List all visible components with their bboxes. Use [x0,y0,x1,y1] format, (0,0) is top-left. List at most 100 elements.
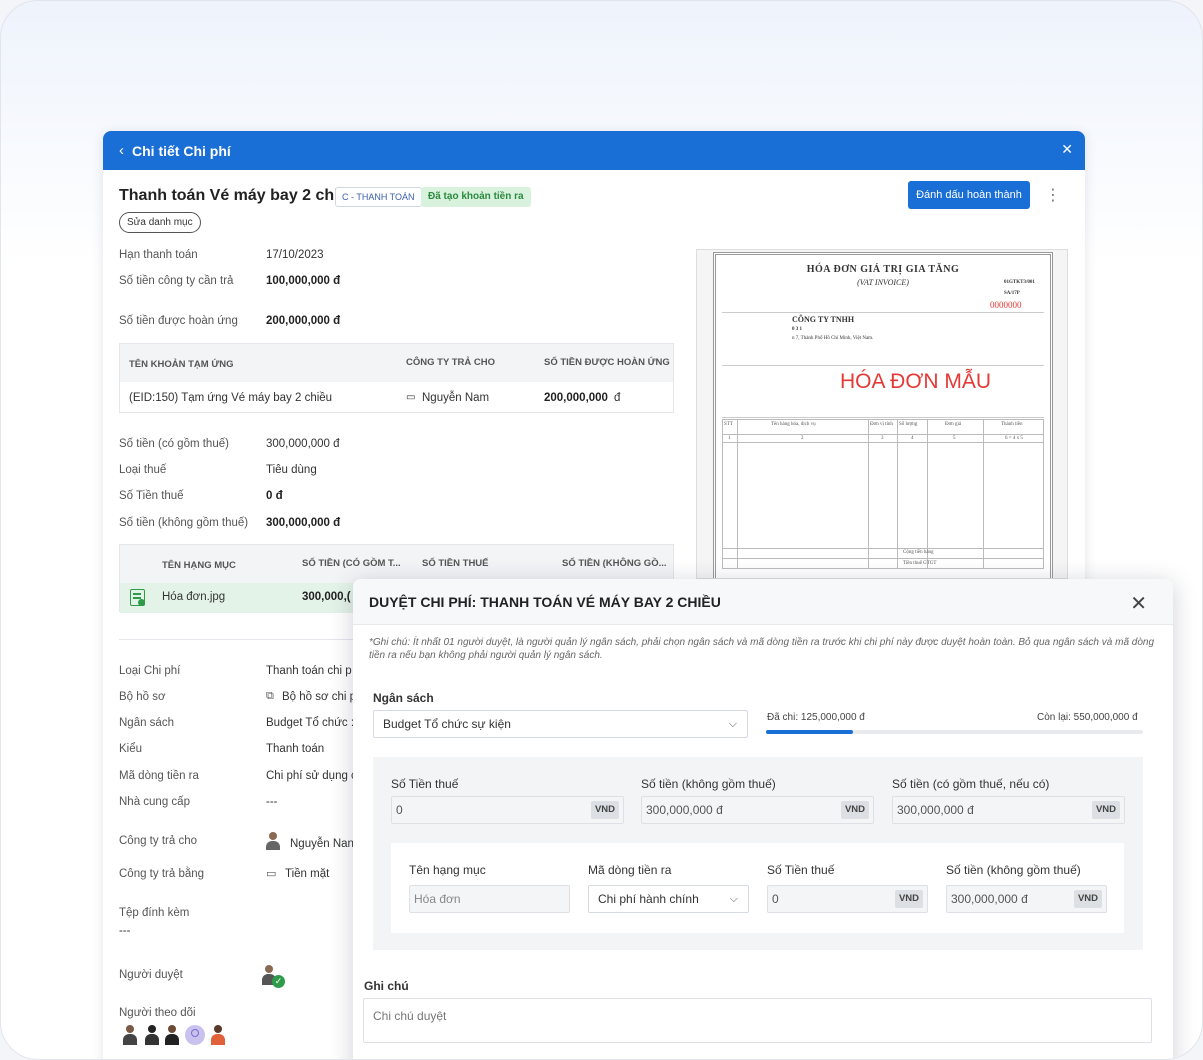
budget-field-label: Ngân sách [373,691,434,705]
invoice-tax-code: 0 3 1 [792,327,802,332]
type-value: Thanh toán [266,743,325,755]
invoice-col: Tên hàng hóa, dịch vụ [771,422,816,427]
vendor-value: --- [266,796,278,808]
item-amount: 300,000,( [302,591,351,603]
currency-unit: VND [1073,890,1102,908]
expense-kind-value: Thanh toán chi p [266,665,352,677]
follower-avatar[interactable] [163,1025,182,1047]
file-set-value[interactable]: Bộ hồ sơ chi p [282,691,356,703]
column-header: TÊN HẠNG MỤC [162,560,236,571]
followers-avatars[interactable] [121,1025,231,1049]
panel-title: Chi tiết Chi phí [132,142,231,159]
close-icon[interactable]: ✕ [1061,141,1073,158]
type-label: Kiểu [119,743,143,755]
invoice-document: HÓA ĐƠN GIÁ TRỊ GIA TĂNG (VAT INVOICE) 0… [713,252,1053,578]
invoice-number: 0000000 [990,300,1022,310]
column-header: SỐ TIỀN THUẾ [422,558,489,569]
invoice-col-num: 3 [881,436,884,441]
cashflow-code-value: Chi phí sử dụng c [266,770,357,782]
invoice-form-no: 01GTKT3/001 [1004,280,1035,285]
advance-table-header: TÊN KHOẢN TẠM ỨNG CÔNG TY TRẢ CHO SỐ TIỀ… [120,344,673,382]
budget-select[interactable]: Budget Tổ chức sự kiện ⌵ [373,710,748,738]
section-divider [119,639,379,640]
attachment-label: Tệp đính kèm [119,907,190,919]
company-pay-value: 100,000,000 đ [266,275,341,287]
invoice-col-num: 6 = 4 x 5 [1005,436,1023,441]
item-tax-input[interactable]: 0 VND [767,885,928,913]
currency-unit: VND [894,890,923,908]
expense-kind-label: Loại Chi phí [119,665,181,677]
invoice-address: n 7, Thành Phố Hồ Chí Minh, Việt Nam. [792,336,874,341]
back-chevron-icon[interactable]: ‹ [119,142,124,159]
edit-category-button[interactable]: Sửa danh mục [119,212,201,233]
mark-done-button[interactable]: Đánh dấu hoàn thành [908,181,1030,209]
advance-table: TÊN KHOẢN TẠM ỨNG CÔNG TY TRẢ CHO SỐ TIỀ… [119,343,674,413]
tax-amount-label: Số Tiền thuế [119,490,184,502]
budget-spent: Đã chi: 125,000,000 đ [767,712,865,723]
file-set-label: Bộ hồ sơ [119,691,166,703]
follower-avatar[interactable] [121,1025,140,1047]
invoice-col: Đơn giá [945,422,962,427]
approver-avatar[interactable]: ✓ [261,965,285,989]
item-name-input[interactable]: Hóa đơn [409,885,570,913]
follower-avatar[interactable] [143,1025,162,1047]
invoice-col-num: 2 [801,436,804,441]
vendor-label: Nhà cung cấp [119,796,190,808]
item-tax-value: 0 [772,892,779,906]
amount-excl-input[interactable]: 300,000,000 đ VND [641,796,874,824]
check-icon: ✓ [272,975,285,988]
more-options-icon[interactable]: ⋮ [1045,185,1061,205]
advance-name: (EID:150) Tạm ứng Vé máy bay 2 chiều [129,392,333,404]
item-excl-input[interactable]: 300,000,000 đ VND [946,885,1107,913]
cash-icon: ▭ [266,868,277,880]
follower-avatar[interactable] [185,1025,206,1047]
invoice-total: Cộng tiền hàng [903,550,934,555]
excl-field-label: Số tiền (không gồm thuế) [641,777,776,791]
invoice-rule [722,365,1044,366]
advance-payee: Nguyễn Nam [422,392,490,404]
budget-select-value: Budget Tổ chức sự kiện [383,717,511,731]
note-field-label: Ghi chú [364,979,409,993]
company-pay-label: Số tiền công ty cần trả [119,275,234,287]
invoice-subtitle: (VAT INVOICE) [857,278,909,287]
page-frame: ‹ Chi tiết Chi phí ✕ Thanh toán Vé máy b… [0,0,1203,1060]
advance-amount: 200,000,000 [544,392,608,404]
pay-to-value: Nguyễn Nan [290,838,354,850]
modal-note: *Ghi chú: Ít nhất 01 người duyệt, là ngư… [369,637,1155,661]
invoice-col-num: 4 [911,436,914,441]
close-icon[interactable]: ✕ [1130,591,1147,616]
amount-excl-value: 300,000,000 đ [266,517,341,529]
type-badge: C - THANH TOÁN [335,187,422,207]
cashflow-code-value: Chi phí hành chính [598,892,699,906]
item-name-label: Tên hạng mục [409,863,486,877]
invoice-col: Thành tiền [1001,422,1023,427]
file-check-icon [130,589,145,606]
refund-value: 200,000,000 đ [266,315,341,327]
amount-incl-input[interactable]: 300,000,000 đ VND [892,796,1125,824]
chevron-down-icon: ⌵ [729,893,738,905]
invoice-company: CÔNG TY TNHH [792,315,855,324]
invoice-image[interactable]: HÓA ĐƠN GIÁ TRỊ GIA TĂNG (VAT INVOICE) 0… [696,249,1068,579]
refund-label: Số tiền được hoàn ứng [119,315,238,327]
external-link-icon[interactable]: ⧉ [266,690,274,703]
approval-note-textarea[interactable]: Chi chú duyệt [363,998,1152,1043]
invoice-rule [722,417,1044,418]
column-header: SỐ TIỀN ĐƯỢC HOÀN ỨNG [544,357,670,368]
followers-label: Người theo dõi [119,1007,196,1019]
panel-header: ‹ Chi tiết Chi phí ✕ [103,131,1085,170]
tax-field-label: Số Tiền thuế [391,777,459,791]
cashflow-code-select[interactable]: Chi phí hành chính ⌵ [588,885,749,913]
invoice-col: Đơn vị tính [870,422,893,427]
currency-unit: VND [590,801,619,819]
item-excl-value: 300,000,000 đ [951,892,1028,906]
follower-avatar[interactable] [209,1025,228,1047]
budget-remaining: Còn lại: 550,000,000 đ [1037,712,1138,723]
tax-type-value: Tiêu dùng [266,464,317,476]
column-header: CÔNG TY TRẢ CHO [406,357,496,368]
invoice-col-num: 1 [728,436,731,441]
invoice-serial: SA/17P [1004,291,1020,296]
tax-amount-input[interactable]: 0 VND [391,796,624,824]
amount-excl-value: 300,000,000 đ [646,803,723,817]
pay-with-value: Tiền mặt [285,868,330,880]
modal-header: DUYỆT CHI PHÍ: THANH TOÁN VÉ MÁY BAY 2 C… [353,579,1173,625]
